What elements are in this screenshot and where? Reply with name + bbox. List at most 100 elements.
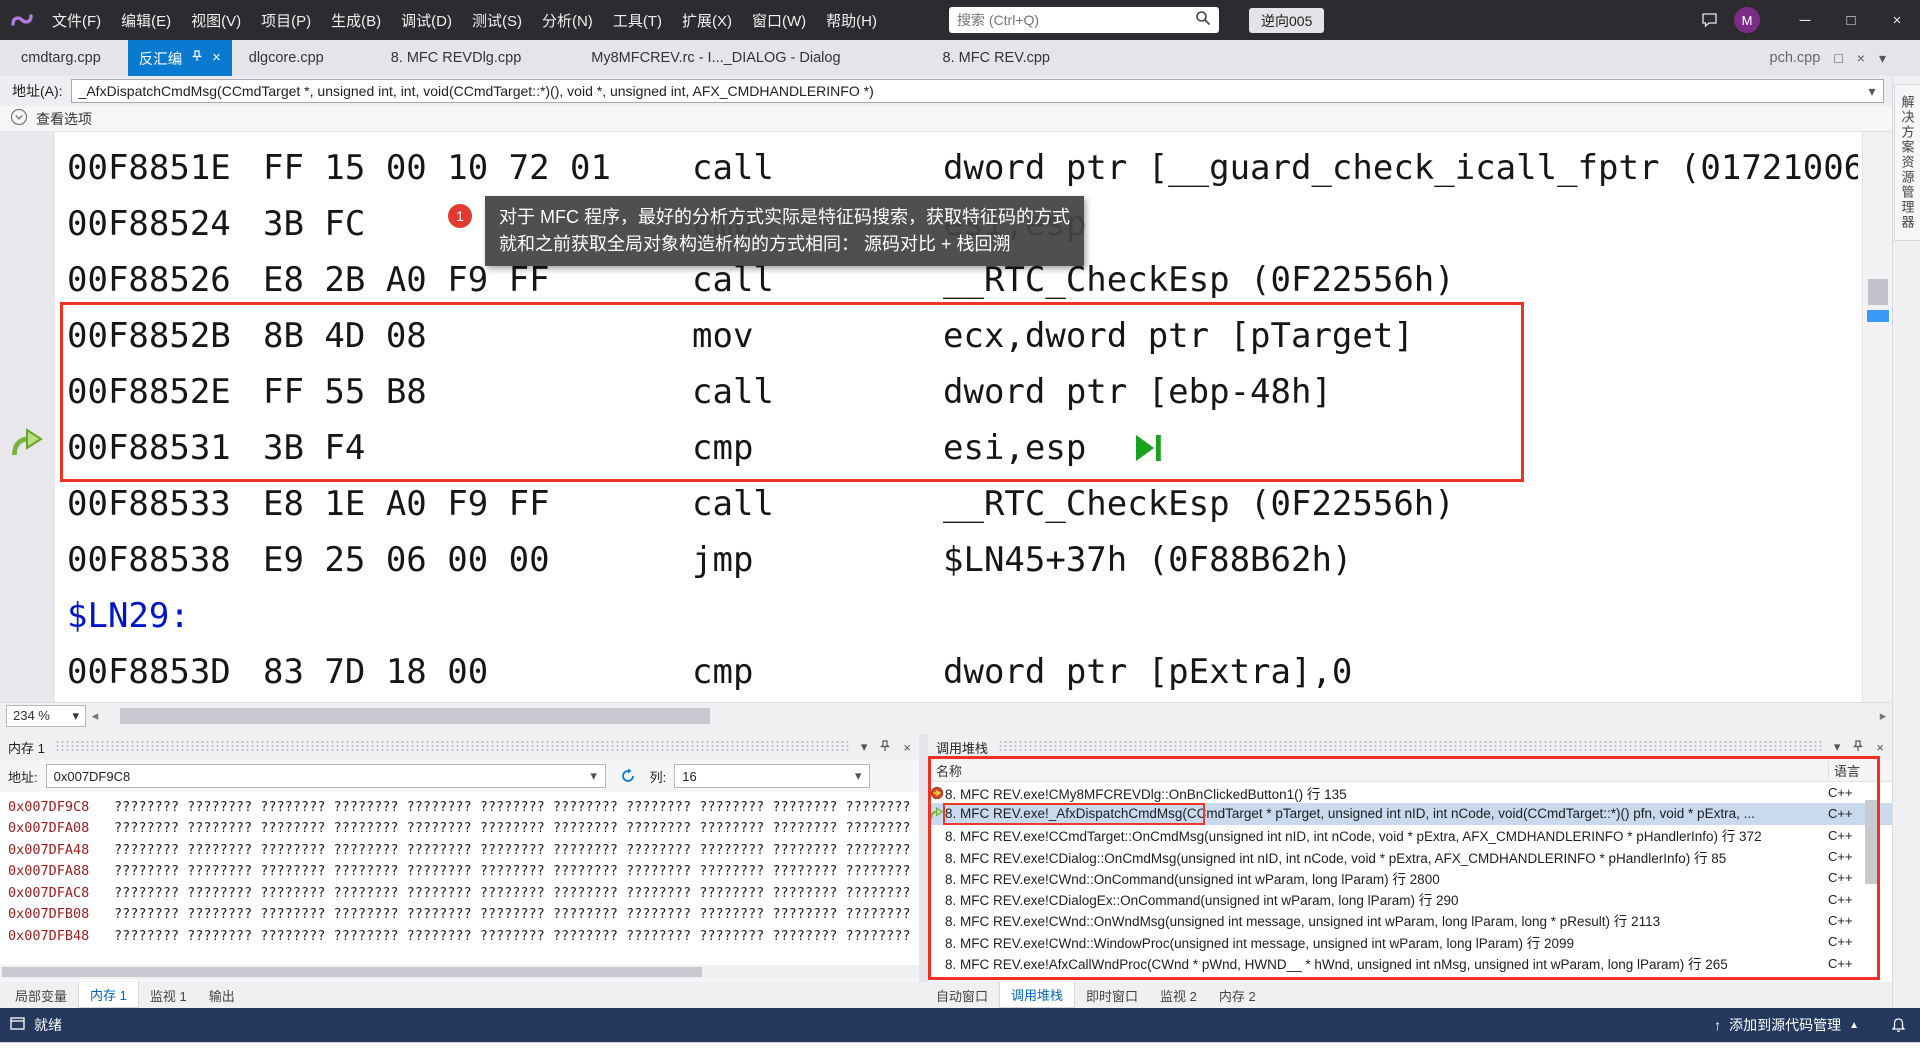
close-panel-icon[interactable]: ×: [1876, 740, 1884, 755]
memory-horizontal-scrollbar[interactable]: [0, 965, 919, 979]
menu-help[interactable]: 帮助(H): [816, 0, 887, 40]
panel-splitter[interactable]: [919, 734, 928, 982]
quick-search-box[interactable]: [949, 7, 1219, 33]
call-stack-frame[interactable]: 8. MFC REV.exe!CDialogEx::OnCommand(unsi…: [928, 888, 1892, 909]
disasm-line[interactable]: 00F88533 E8 1E A0 F9 FF call __RTC_CheckEsp…: [0, 476, 1858, 532]
column-header-name[interactable]: 名称: [928, 761, 1828, 780]
refresh-icon[interactable]: [616, 764, 640, 788]
pin-icon[interactable]: [191, 50, 203, 66]
menu-extensions[interactable]: 扩展(X): [672, 0, 742, 40]
background-tasks-icon[interactable]: [10, 1017, 25, 1033]
maximize-button[interactable]: □: [1828, 0, 1874, 40]
user-avatar[interactable]: M: [1734, 7, 1760, 33]
frame-language: C++: [1828, 806, 1853, 822]
close-tab-icon[interactable]: ×: [212, 50, 220, 66]
tab-rc-dialog[interactable]: My8MFCREV.rc - I..._DIALOG - Dialog: [580, 40, 851, 76]
tab-watch-1[interactable]: 监视 1: [139, 982, 198, 1008]
memory-columns-combo[interactable]: 16 ▾: [674, 764, 871, 788]
chevron-down-icon[interactable]: ▾: [847, 765, 870, 787]
address-combo[interactable]: _AfxDispatchCmdMsg(CCmdTarget *, unsigne…: [70, 79, 1884, 103]
feedback-icon[interactable]: [1701, 12, 1718, 28]
panel-menu-icon[interactable]: ▾: [1834, 739, 1841, 755]
menu-analyze[interactable]: 分析(N): [532, 0, 603, 40]
panel-drag-grip[interactable]: [54, 741, 851, 753]
column-header-language[interactable]: 语言: [1828, 761, 1892, 780]
menu-build[interactable]: 生成(B): [321, 0, 391, 40]
scrollbar-thumb[interactable]: [1868, 279, 1888, 305]
scroll-right-icon[interactable]: ▸: [1874, 708, 1892, 724]
frame-name: 8. MFC REV.exe!AfxCallWndProc(CWnd * pWn…: [945, 957, 1728, 973]
minimize-button[interactable]: ─: [1782, 0, 1828, 40]
disasm-line[interactable]: 00F8852E FF 55 B8 call dword ptr [ebp-48h]: [0, 364, 1858, 420]
tab-pch-cpp[interactable]: pch.cpp: [1770, 50, 1821, 66]
panel-menu-icon[interactable]: ▾: [861, 739, 868, 755]
disasm-line[interactable]: 00F8851E FF 15 00 10 72 01 call dword ptr […: [0, 140, 1858, 196]
call-stack-frame-selected[interactable]: 8. MFC REV.exe!_AfxDispatchCmdMsg(CCmdTa…: [928, 803, 1892, 825]
tab-dlgcore-cpp[interactable]: dlgcore.cpp: [238, 40, 335, 76]
menu-debug[interactable]: 调试(D): [391, 0, 462, 40]
disassembly-editor[interactable]: 00F8851E FF 15 00 10 72 01 call dword ptr […: [0, 132, 1892, 702]
tab-call-stack[interactable]: 调用堆栈: [999, 982, 1076, 1008]
expander-chevron-icon[interactable]: [10, 108, 28, 129]
menu-view[interactable]: 视图(V): [181, 0, 251, 40]
panel-drag-grip[interactable]: [998, 741, 1824, 753]
memory-columns-value: 16: [682, 768, 697, 784]
disasm-label-line[interactable]: $LN29:: [0, 588, 1858, 644]
vs-window: 文件(F) 编辑(E) 视图(V) 项目(P) 生成(B) 调试(D) 测试(S…: [0, 0, 1920, 1051]
disasm-line[interactable]: 00F88538 E9 25 06 00 00 jmp $LN45+37h (0F88…: [0, 532, 1858, 588]
scrollbar-thumb[interactable]: [2, 967, 702, 977]
memory-address-combo[interactable]: 0x007DF9C8 ▾: [45, 764, 606, 788]
pin-icon[interactable]: [1852, 739, 1864, 755]
call-stack-frame[interactable]: 8. MFC REV.exe!CWnd::OnWndMsg(unsigned i…: [928, 910, 1892, 931]
call-stack-frame[interactable]: 8. MFC REV.exe!CWnd::OnCommand(unsigned …: [928, 867, 1892, 888]
editor-horizontal-scrollbar[interactable]: [104, 703, 1874, 728]
tab-watch-2[interactable]: 监视 2: [1149, 982, 1208, 1008]
tab-memory-1[interactable]: 内存 1: [78, 982, 139, 1008]
pin-icon[interactable]: [879, 739, 891, 755]
disasm-line-current[interactable]: 00F88531 3B F4 cmp esi,esp: [0, 420, 1858, 476]
menu-file[interactable]: 文件(F): [42, 0, 111, 40]
tab-mfc-rev-cpp[interactable]: 8. MFC REV.cpp: [932, 40, 1061, 76]
menu-test[interactable]: 测试(S): [462, 0, 532, 40]
chevron-down-icon[interactable]: ▾: [1861, 80, 1883, 102]
disasm-line[interactable]: 00F8852B 8B 4D 08 mov ecx,dword ptr [pTarge…: [0, 308, 1858, 364]
add-to-source-control-button[interactable]: 添加到源代码管理: [1729, 1015, 1841, 1035]
up-arrow-icon: ↑: [1714, 1017, 1722, 1033]
tab-cmdtarg-cpp[interactable]: cmdtarg.cpp: [10, 40, 112, 76]
tab-output[interactable]: 输出: [198, 982, 246, 1008]
tab-locals[interactable]: 局部变量: [4, 982, 78, 1008]
tab-overflow-icon[interactable]: ▾: [1879, 50, 1886, 67]
disasm-line[interactable]: 00F8853D 83 7D 18 00 cmp dword ptr [pExtra]…: [0, 644, 1858, 700]
call-stack-frame[interactable]: 8. MFC REV.exe!CWnd::WindowProc(unsigned…: [928, 931, 1892, 952]
call-stack-frame[interactable]: 8. MFC REV.exe!AfxCallWndProc(CWnd * pWn…: [928, 952, 1892, 973]
tab-memory-2[interactable]: 内存 2: [1208, 982, 1267, 1008]
scrollbar-thumb[interactable]: [120, 708, 710, 724]
tab-disassembly[interactable]: 反汇编 ×: [127, 40, 232, 76]
solution-explorer-side-tab[interactable]: 解决方案资源管理器: [1893, 84, 1920, 241]
call-stack-frame[interactable]: 8. MFC REV.exe!CDialog::OnCmdMsg(unsigne…: [928, 846, 1892, 867]
view-options-label[interactable]: 查看选项: [36, 109, 92, 129]
menu-edit[interactable]: 编辑(E): [111, 0, 181, 40]
chevron-down-icon[interactable]: ▾: [582, 765, 605, 787]
tab-autos[interactable]: 自动窗口: [925, 982, 999, 1008]
menu-project[interactable]: 项目(P): [251, 0, 321, 40]
call-stack-frame[interactable]: 8. MFC REV.exe!CCmdTarget::OnCmdMsg(unsi…: [928, 825, 1892, 846]
tab-immediate[interactable]: 即时窗口: [1075, 982, 1149, 1008]
search-input[interactable]: [957, 12, 1195, 28]
notifications-bell-icon[interactable]: [1891, 1017, 1906, 1033]
call-stack-frame[interactable]: 8. MFC REV.exe!CMy8MFCREVDlg::OnBnClicke…: [928, 782, 1892, 803]
zoom-level-select[interactable]: 234 % ▾: [6, 704, 86, 727]
caret-up-icon[interactable]: ▲: [1849, 1020, 1859, 1031]
menu-window[interactable]: 窗口(W): [742, 0, 816, 40]
scroll-left-icon[interactable]: ◂: [86, 708, 104, 724]
close-panel-icon[interactable]: ×: [903, 740, 911, 755]
restore-pane-icon[interactable]: □: [1834, 50, 1842, 66]
memory-grid[interactable]: 0x007DF9C8 ???????? ???????? ???????? ???…: [0, 792, 919, 965]
editor-vertical-scrollbar[interactable]: [1862, 132, 1892, 702]
tab-mfc-revdlg-cpp[interactable]: 8. MFC REVDlg.cpp: [380, 40, 533, 76]
call-stack-scrollbar-thumb[interactable]: [1865, 800, 1877, 884]
menu-tools[interactable]: 工具(T): [603, 0, 672, 40]
close-window-button[interactable]: ×: [1874, 0, 1920, 40]
solution-name-chip[interactable]: 逆向005: [1249, 8, 1325, 33]
close-pane-icon[interactable]: ×: [1857, 50, 1865, 66]
